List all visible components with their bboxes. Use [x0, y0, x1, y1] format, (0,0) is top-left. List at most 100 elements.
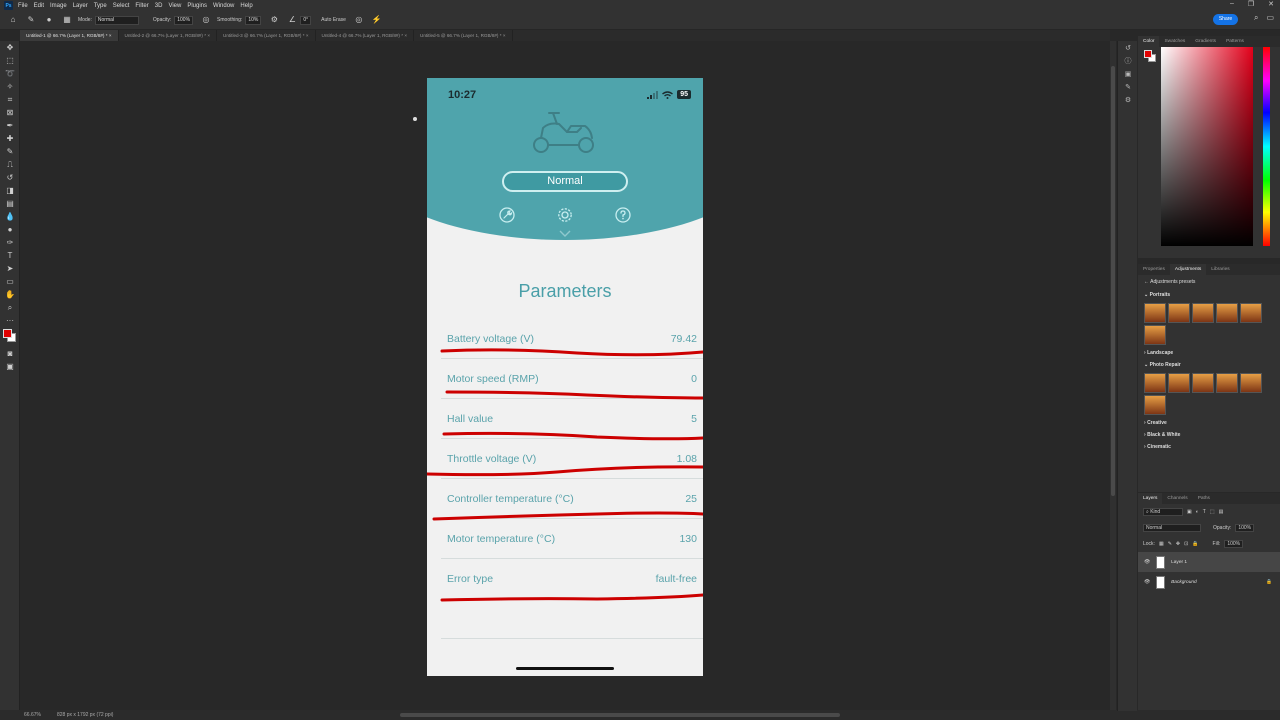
- brush-settings-icon[interactable]: ▦: [62, 15, 72, 25]
- wrench-icon[interactable]: [499, 207, 515, 223]
- tab-layers[interactable]: Layers: [1138, 493, 1163, 504]
- menu-plugins[interactable]: Plugins: [187, 3, 207, 9]
- clone-stamp-tool-icon[interactable]: ⎍: [0, 158, 20, 171]
- preset-thumbnail[interactable]: [1240, 303, 1262, 323]
- help-icon[interactable]: [615, 207, 631, 223]
- section-landscape[interactable]: › Landscape: [1138, 347, 1280, 359]
- preset-thumbnail[interactable]: [1192, 303, 1214, 323]
- lock-pixels-icon[interactable]: ▦: [1159, 541, 1164, 547]
- close-icon[interactable]: ×: [207, 33, 210, 38]
- tab-swatches[interactable]: Swatches: [1159, 36, 1190, 47]
- lock-artboard-icon[interactable]: ⊡: [1184, 541, 1188, 547]
- brush-tool-icon[interactable]: ✎: [26, 15, 36, 25]
- angle-field[interactable]: 0°: [300, 15, 312, 25]
- tab-patterns[interactable]: Patterns: [1221, 36, 1249, 47]
- section-black-white[interactable]: › Black & White: [1138, 429, 1280, 441]
- menu-view[interactable]: View: [168, 3, 181, 9]
- lasso-tool-icon[interactable]: ➰: [0, 67, 20, 80]
- color-field[interactable]: [1161, 47, 1253, 246]
- section-photo-repair[interactable]: ⌄ Photo Repair: [1138, 359, 1280, 371]
- horizontal-scrollbar[interactable]: [400, 713, 840, 717]
- section-cinematic[interactable]: › Cinematic: [1138, 441, 1280, 453]
- preset-thumbnail[interactable]: [1144, 303, 1166, 323]
- preset-thumbnail[interactable]: [1168, 373, 1190, 393]
- marquee-tool-icon[interactable]: ⬚: [0, 54, 20, 67]
- layer-kind-filter[interactable]: ⌕ Kind: [1143, 508, 1183, 516]
- zoom-tool-icon[interactable]: ⌕: [0, 301, 20, 314]
- minimize-icon[interactable]: –: [1230, 0, 1234, 8]
- tab-adjustments[interactable]: Adjustments: [1169, 264, 1207, 275]
- menu-image[interactable]: Image: [50, 3, 67, 9]
- history-icon[interactable]: ↺: [1118, 41, 1138, 54]
- hue-slider[interactable]: [1263, 47, 1270, 246]
- adjustments-icon[interactable]: ⚙: [1118, 93, 1138, 106]
- chevron-down-icon[interactable]: [558, 230, 572, 238]
- tab-untitled-5[interactable]: Untitled-5 @ 66.7% (Layer 1, RGB/8#) * ×: [414, 30, 513, 41]
- zoom-level[interactable]: 66.67%: [24, 712, 41, 718]
- search-icon[interactable]: ⌕: [1254, 13, 1258, 23]
- workspace-icon[interactable]: ▭: [1266, 13, 1274, 23]
- share-button[interactable]: Share: [1213, 14, 1238, 25]
- pressure-size-icon[interactable]: ◎: [354, 15, 364, 25]
- move-tool-icon[interactable]: ✥: [0, 41, 20, 54]
- brush-tool-icon[interactable]: ✎: [0, 145, 20, 158]
- tab-color[interactable]: Color: [1138, 36, 1160, 47]
- pen-tool-icon[interactable]: ✑: [0, 236, 20, 249]
- brushes-icon[interactable]: ✎: [1118, 80, 1138, 93]
- adjustments-presets-title[interactable]: ← Adjustments presets: [1138, 275, 1280, 289]
- filter-smart-object-icon[interactable]: ▤: [1219, 509, 1224, 515]
- filter-shape-icon[interactable]: ⬚: [1210, 509, 1215, 515]
- hand-tool-icon[interactable]: ✋: [0, 288, 20, 301]
- tab-untitled-2[interactable]: Untitled-2 @ 66.7% (Layer 1, RGB/8#) * ×: [119, 30, 217, 41]
- tab-untitled-1[interactable]: Untitled-1 @ 66.7% (Layer 1, RGB/8#) * ×: [20, 30, 119, 41]
- type-tool-icon[interactable]: T: [0, 249, 20, 262]
- close-icon[interactable]: ×: [306, 33, 309, 38]
- close-icon[interactable]: ×: [404, 33, 407, 38]
- visibility-eye-icon[interactable]: 👁: [1144, 580, 1150, 585]
- path-selection-tool-icon[interactable]: ➤: [0, 262, 20, 275]
- more-tools-icon[interactable]: ···: [0, 314, 20, 327]
- frame-tool-icon[interactable]: ⊠: [0, 106, 20, 119]
- tab-paths[interactable]: Paths: [1193, 493, 1215, 504]
- eyedropper-tool-icon[interactable]: ✒: [0, 119, 20, 132]
- blend-mode-select[interactable]: Normal: [1143, 524, 1201, 532]
- lock-all-icon[interactable]: 🔒: [1192, 541, 1198, 547]
- preset-thumbnail[interactable]: [1144, 325, 1166, 345]
- quick-mask-icon[interactable]: ◙: [0, 347, 20, 360]
- close-icon[interactable]: ×: [503, 33, 506, 38]
- scroll-thumb[interactable]: [1111, 66, 1115, 496]
- preset-thumbnail[interactable]: [1216, 373, 1238, 393]
- layer-name[interactable]: Background: [1171, 580, 1197, 585]
- layer-name[interactable]: Layer 1: [1171, 560, 1187, 565]
- tab-libraries[interactable]: Libraries: [1206, 264, 1234, 275]
- home-icon[interactable]: ⌂: [8, 15, 18, 25]
- tab-channels[interactable]: Channels: [1162, 493, 1192, 504]
- fill-field[interactable]: 100%: [1224, 540, 1244, 548]
- menu-edit[interactable]: Edit: [34, 3, 44, 9]
- eraser-tool-icon[interactable]: ◨: [0, 184, 20, 197]
- gear-icon[interactable]: [557, 207, 573, 223]
- preset-thumbnail[interactable]: [1240, 373, 1262, 393]
- vertical-scrollbar[interactable]: [1110, 41, 1116, 711]
- lock-paint-icon[interactable]: ✎: [1168, 541, 1172, 547]
- close-icon[interactable]: ✕: [1268, 0, 1274, 8]
- auto-erase-checkbox[interactable]: Auto Erase: [321, 17, 346, 23]
- preset-thumbnail[interactable]: [1144, 395, 1166, 415]
- symmetry-icon[interactable]: ⚡: [372, 15, 382, 25]
- preset-thumbnail[interactable]: [1144, 373, 1166, 393]
- history-brush-tool-icon[interactable]: ↺: [0, 171, 20, 184]
- lock-position-icon[interactable]: ✥: [1176, 541, 1180, 547]
- crop-tool-icon[interactable]: ⌗: [0, 93, 20, 106]
- filter-adjustment-icon[interactable]: ◐: [1196, 509, 1199, 515]
- document-canvas[interactable]: 10:27 95 Normal Parameters Battery volta…: [427, 78, 703, 676]
- maximize-icon[interactable]: ❐: [1248, 0, 1254, 8]
- menu-select[interactable]: Select: [113, 3, 130, 9]
- menu-filter[interactable]: Filter: [135, 3, 148, 9]
- healing-brush-tool-icon[interactable]: ✚: [0, 132, 20, 145]
- layer-row-layer-1[interactable]: 👁 Layer 1: [1138, 552, 1280, 572]
- dodge-tool-icon[interactable]: ●: [0, 223, 20, 236]
- visibility-eye-icon[interactable]: 👁: [1144, 560, 1150, 565]
- filter-pixel-icon[interactable]: ▣: [1187, 509, 1192, 515]
- blur-tool-icon[interactable]: 💧: [0, 210, 20, 223]
- tab-gradients[interactable]: Gradients: [1190, 36, 1221, 47]
